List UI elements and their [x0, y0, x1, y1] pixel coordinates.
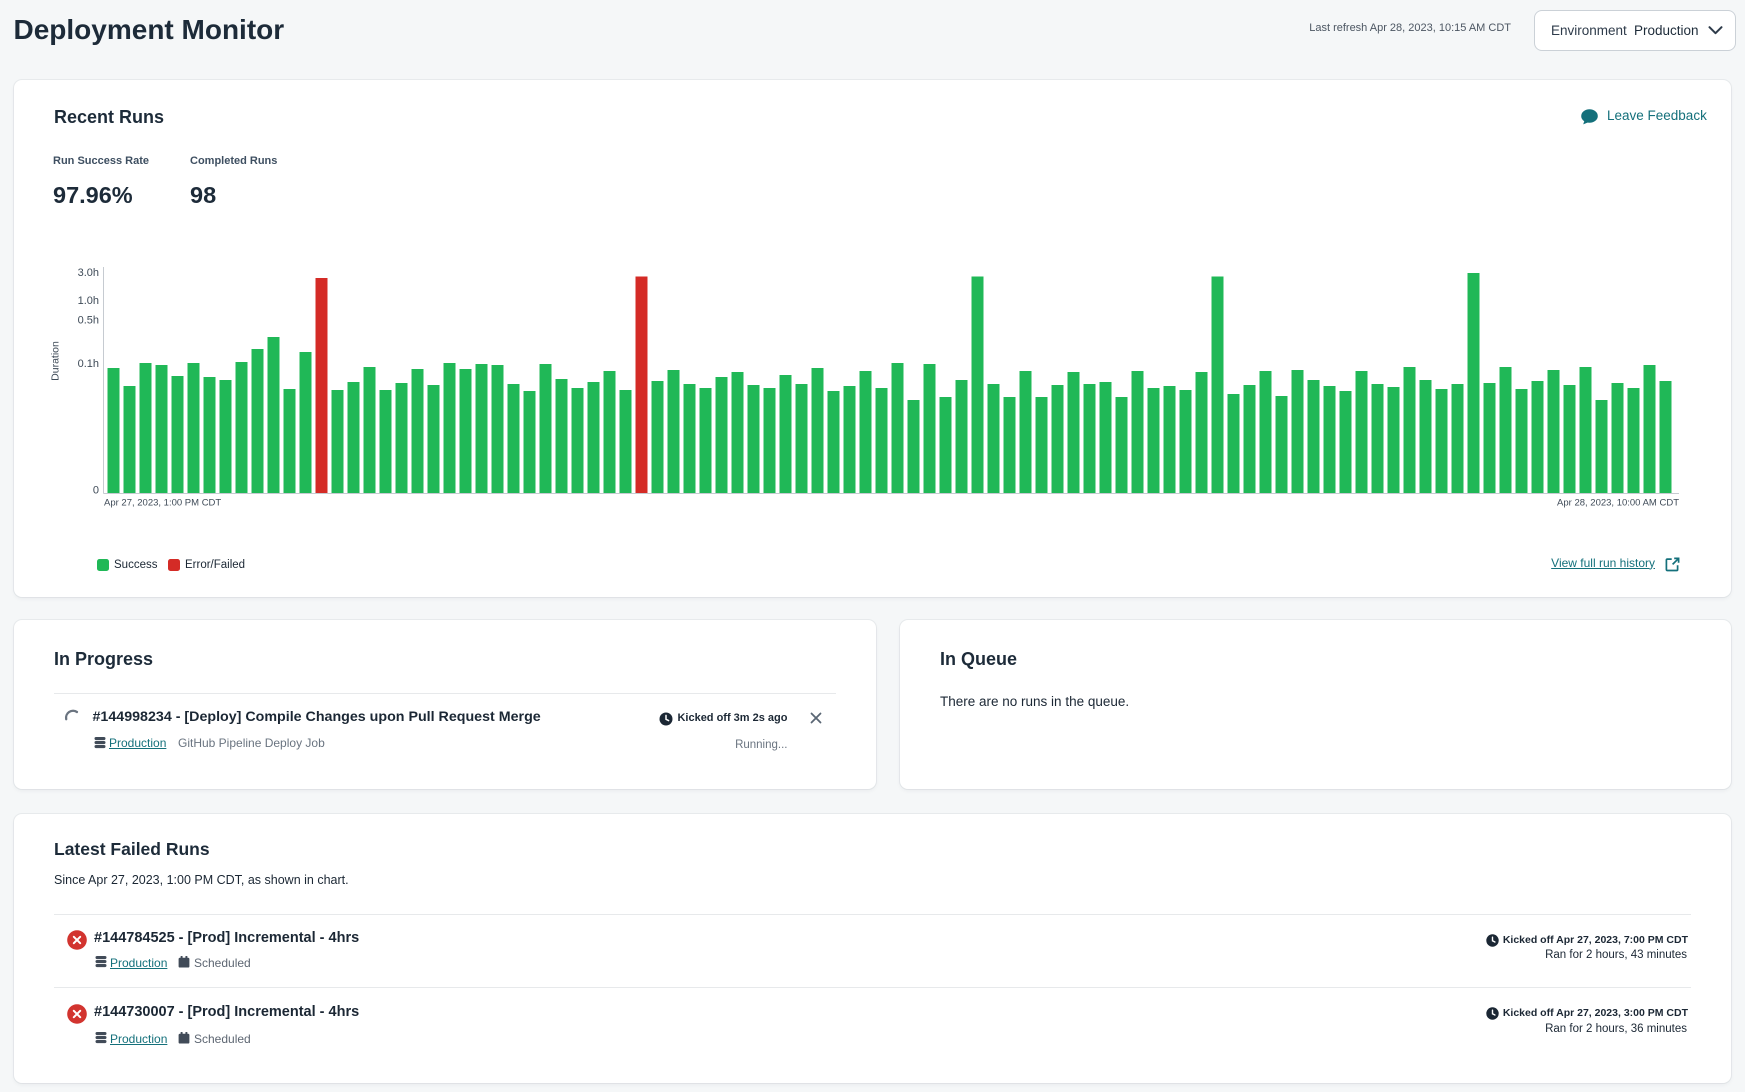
svg-text:0: 0 — [93, 485, 99, 497]
svg-text:Apr 28, 2023, 10:00 AM CDT: Apr 28, 2023, 10:00 AM CDT — [1557, 498, 1679, 509]
svg-text:0.1h: 0.1h — [78, 358, 99, 370]
svg-text:Duration: Duration — [50, 341, 62, 381]
svg-text:3.0h: 3.0h — [78, 267, 99, 279]
svg-text:1.0h: 1.0h — [78, 295, 99, 307]
svg-text:Apr 27, 2023, 1:00 PM CDT: Apr 27, 2023, 1:00 PM CDT — [104, 498, 221, 509]
svg-text:0.5h: 0.5h — [78, 314, 99, 326]
